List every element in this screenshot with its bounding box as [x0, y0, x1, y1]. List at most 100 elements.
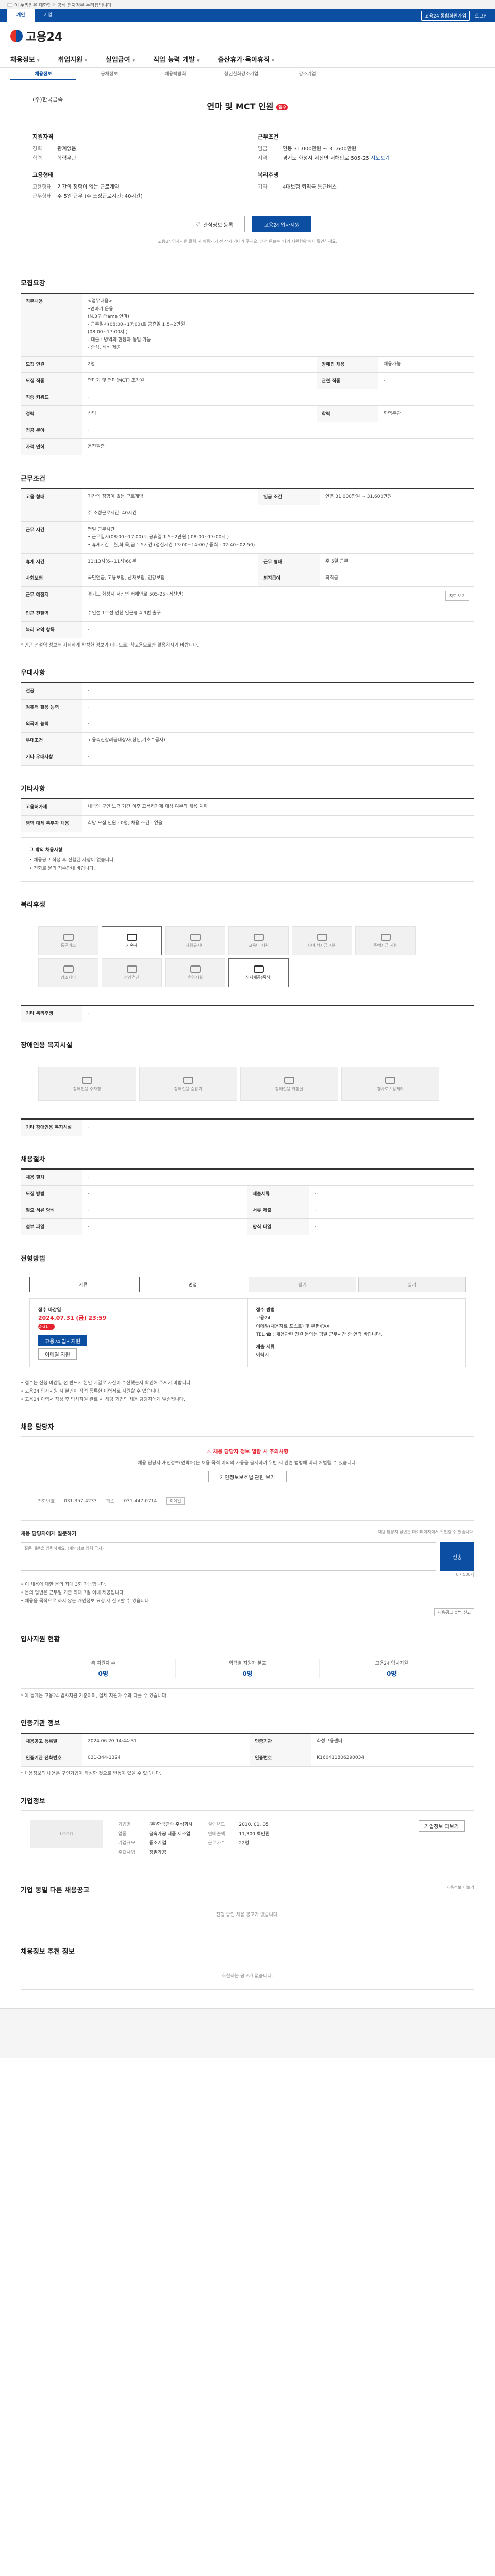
scholarship-icon: [317, 933, 327, 941]
phone-number: 031-357-4233: [64, 1498, 97, 1504]
chevron-down-icon: ▾: [196, 58, 200, 63]
preference-section: 우대사항 전공 - 컴퓨터 활용 능력 - 외국어 능력 - 우대조건 고용촉진장려금대…: [21, 667, 474, 766]
gnb-item-jobs[interactable]: 채용정보 ▾: [10, 54, 39, 64]
tab-company[interactable]: 기업: [35, 9, 62, 22]
qa-notes: • 이 채용에 대한 문의 최대 3회 가능합니다. • 문의 답변은 근무일 …: [21, 1582, 151, 1604]
gnb-item-training[interactable]: 직업 능력 개발 ▾: [153, 54, 199, 64]
welfare-item: 교육비 지원: [228, 926, 289, 955]
privacy-law-button[interactable]: 개인정보보호법 관련 보기: [208, 1471, 287, 1482]
work-note: * 인근 전철역 정보는 자세하게 작성한 정보가 아니므로, 참고용으로만 활…: [21, 643, 199, 648]
stats-note: * 이 통계는 고용24 입사지원 기준이며, 실제 지원자 수와 다를 수 있…: [21, 1693, 168, 1699]
email-apply-button[interactable]: 이메일 지원: [38, 1348, 77, 1360]
report-button[interactable]: 채용공고 불법 신고: [434, 1608, 474, 1616]
elevator-icon: [183, 1076, 193, 1084]
map-link[interactable]: 지도보기: [371, 156, 390, 161]
gnb-item-support[interactable]: 취업지원 ▾: [58, 54, 87, 64]
company-card: LOGO 기업명 (주)한국금속 주식회사 업종 금속가공 제품 제조업 기업규모 중…: [21, 1810, 474, 1867]
similar-section: 기업 동일 다른 채용공고 채용정보 더보기 진행 중인 채용 공고가 없습니다.: [21, 1885, 474, 1928]
similar-empty: 진행 중인 채용 공고가 없습니다.: [21, 1900, 474, 1928]
apply-method-box: 서류 면접 필기 실기 접수 마감일 2024.07.31 (금) 23:59 …: [21, 1268, 474, 1376]
scrap-button[interactable]: ♡ 관심정보 등록: [183, 216, 245, 232]
recruit-table: 직무내용 <업무내용> •연마기 운용 (N,3구 Frame 연마) - 근무일…: [21, 293, 474, 455]
job-summary-card: (주)한국금속 연마 및 MCT 인원 접수중 지원자격 경력 관계없음 학력 학력무…: [21, 88, 474, 260]
alert-icon: ⚠: [206, 1449, 211, 1455]
status-badge: 접수중: [276, 104, 288, 115]
wheelchair-icon: [385, 1076, 395, 1084]
selection-table: 채용 절차 - 모집 방법 - 제출서류 - 필요 서류 양식 - 서류 제출 - 첨부 파일…: [21, 1168, 474, 1235]
login-link[interactable]: 로그인: [475, 12, 488, 19]
disability-extra-table: 기타 장애인용 복지시설 -: [21, 1118, 474, 1136]
subnav-item[interactable]: 채용정보: [10, 68, 76, 80]
other-table: 고용허가제 내국인 구인 노력 기간 이후 고용허가제 대상 여부와 채용 계획 …: [21, 798, 474, 832]
chevron-down-icon: ▾: [272, 58, 274, 63]
stat-item: 총 지원자 수 0명: [31, 1659, 176, 1678]
welfare-item: 통근버스: [38, 926, 98, 955]
global-nav: 채용정보 ▾ 취업지원 ▾ 실업급여 ▾ 직업 능력 개발 ▾ 출산휴가·육아휴직 ▾: [0, 50, 495, 68]
question-input[interactable]: [21, 1542, 436, 1571]
disability-grid: 장애인용 주차장 장애인용 승강기 장애인용 화장실 경사로 / 휠체어: [21, 1055, 474, 1113]
welfare-item: 경조사비: [38, 958, 98, 987]
gnb-item-unemployment[interactable]: 실업급여 ▾: [106, 54, 135, 64]
stats-row: 총 지원자 수 0명 학력별 지원자 분포 0명 고용24 입사지원 0명: [21, 1649, 474, 1689]
recruit-section: 모집요강 직무내용 <업무내용> •연마기 운용 (N,3구 Frame 연마) …: [21, 278, 474, 455]
parking-icon: [82, 1076, 92, 1084]
char-counter: 0 / 500자: [456, 1572, 474, 1577]
signup-link[interactable]: 고용24 통합회원가입: [421, 10, 470, 21]
apply-button-2[interactable]: 고용24 입사지원: [38, 1335, 88, 1346]
subnav-item[interactable]: 청년친화강소기업: [208, 68, 274, 80]
more-jobs-link[interactable]: 채용정보 더보기: [447, 1885, 474, 1890]
welfare-item: 건강검진: [102, 958, 162, 987]
facility-item: 장애인용 승강기: [139, 1067, 237, 1101]
health-icon: [126, 965, 137, 973]
sub-nav: 채용정보 공채정보 채용박람회 청년친화강소기업 강소기업: [0, 68, 495, 80]
apply-note: 고용24 입사지원 클릭 시 이동되기 전 잠시 기다려 주세요. 신청 완료는…: [158, 239, 337, 244]
qa-title: 채용 담당자에게 질문하기 채용 담당자 답변은 마이페이지에서 확인할 수 있…: [21, 1530, 474, 1537]
method-written: 필기: [249, 1277, 356, 1292]
welfare-item: 차량유지비: [165, 926, 225, 955]
welfare-extra-table: 기타 복리후생 -: [21, 1005, 474, 1022]
stat-item: 고용24 입사지원 0명: [375, 1661, 408, 1677]
deadline-col: 접수 마감일 2024.07.31 (금) 23:59 D-31 고용24 입사…: [30, 1299, 248, 1367]
send-question-button[interactable]: 전송: [440, 1542, 474, 1571]
work-table: 고용 형태 기간의 정함이 없는 근로계약 임금 조건 연봉 31,000만원 ~ 3…: [21, 488, 474, 638]
site-logo[interactable]: 고용24: [10, 28, 62, 44]
subnav-item[interactable]: 채용박람회: [142, 68, 208, 80]
chevron-down-icon: ▾: [37, 58, 40, 63]
company-more-button[interactable]: 기업정보 더보기: [418, 1820, 465, 1832]
disability-section: 장애인용 복지시설 장애인용 주차장 장애인용 승강기 장애인용 화장실 경사로…: [21, 1040, 474, 1136]
work-condition-section: 근무조건 고용 형태 기간의 정함이 없는 근로계약 임금 조건 연봉 31,000만…: [21, 473, 474, 650]
map-view-button[interactable]: 지도 보기: [446, 591, 469, 601]
chevron-down-icon: ▾: [132, 58, 135, 63]
apply-section: 전형방법 서류 면접 필기 실기 접수 마감일 2024.07.31 (금) 2…: [21, 1253, 474, 1404]
condition-summary: 근무조건 임금 연봉 31,000만원 ~ 31,600만원 지역 경기도 화성시 …: [258, 133, 390, 190]
user-type-tabbar: 개인 기업 고용24 통합회원가입 로그인: [0, 9, 495, 22]
chevron-down-icon: ▾: [85, 58, 87, 63]
logo-mark-icon: [10, 30, 23, 42]
gnb-item-leave[interactable]: 출산휴가·육아휴직 ▾: [218, 54, 274, 64]
welfare-item: 기숙사: [102, 926, 162, 955]
resort-icon: [190, 965, 201, 973]
email-button[interactable]: 이메일: [166, 1497, 185, 1505]
education-icon: [253, 933, 264, 941]
subnav-item[interactable]: 강소기업: [274, 68, 340, 80]
welfare-section: 복리후생 통근버스 기숙사 차량유지비 교육비 지원 자녀 학자금 지원 주택자…: [21, 899, 474, 1022]
apply-notes: • 접수는 신청 마감일 전 반드시 본인 메일로 자신이 수신했는지 확인해 …: [21, 1381, 192, 1402]
facility-item: 경사로 / 휠체어: [341, 1067, 439, 1101]
welfare-item: 식사제공(중식): [228, 958, 289, 987]
method-document: 서류: [29, 1277, 137, 1292]
welfare-item: 자녀 학자금 지원: [292, 926, 352, 955]
gov-banner: 이 누리집은 대한민국 공식 전자정부 누리집입니다.: [0, 0, 495, 9]
method-practical: 실기: [358, 1277, 466, 1292]
qualification-summary: 지원자격 경력 관계없음 학력 학력무관 고용형태 고용형태 기간의 정함이 없는 근…: [32, 133, 143, 199]
stat-item: 학력별 지원자 분포 0명: [176, 1659, 320, 1678]
qa-box: 전송: [21, 1542, 474, 1571]
site-header: 고용24: [0, 22, 495, 50]
apply-button[interactable]: 고용24 입사지원: [252, 216, 312, 232]
tab-individual[interactable]: 개인: [7, 9, 35, 22]
car-icon: [190, 933, 201, 941]
gift-icon: [63, 965, 74, 973]
subnav-item[interactable]: 공채정보: [76, 68, 142, 80]
facility-item: 장애인용 화장실: [240, 1067, 338, 1101]
other-notes: 그 밖의 채용사항 • 채용공고 작성 후 진행된 사항이 없습니다. • 전화…: [21, 837, 474, 882]
fax-number: 031-447-0714: [124, 1498, 157, 1504]
